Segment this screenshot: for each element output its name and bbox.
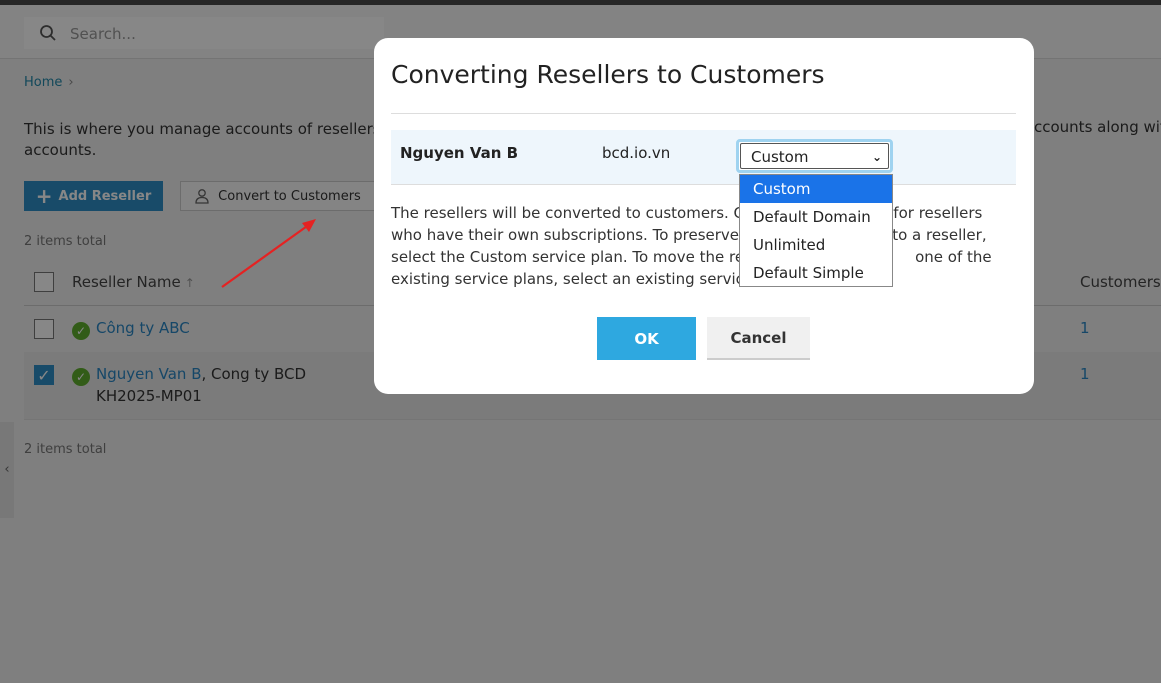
plan-option-default-simple[interactable]: Default Simple (740, 259, 892, 287)
dialog-body-line: who have their own subscriptions. To pre… (391, 224, 1001, 246)
service-plan-select[interactable]: Custom ⌄ (736, 139, 893, 173)
divider (391, 113, 1016, 114)
dialog-body-text: existing service plans, select an existi… (391, 270, 768, 288)
dialog-reseller-domain: bcd.io.vn (602, 144, 671, 162)
ok-button[interactable]: OK (597, 317, 696, 360)
dialog-body-text: The resellers will be converted to custo… (391, 204, 763, 222)
dialog-body: The resellers will be converted to custo… (391, 202, 1001, 290)
dialog-body-text: select the Custom service plan. To move … (391, 248, 762, 266)
dialog-body-text: s for resellers (880, 204, 983, 222)
dialog-body-text: e to a reseller, (878, 226, 987, 244)
dialog-reseller-row: Nguyen Van B bcd.io.vn Custom ⌄ (391, 130, 1016, 185)
convert-dialog: Converting Resellers to Customers Nguyen… (374, 38, 1034, 394)
dialog-body-line: The resellers will be converted to custo… (391, 202, 1001, 224)
dialog-body-line: existing service plans, select an existi… (391, 268, 1001, 290)
dialog-reseller-name: Nguyen Van B (400, 144, 519, 162)
service-plan-dropdown: Custom Default Domain Unlimited Default … (739, 174, 893, 287)
dialog-body-text: who have their own subscriptions. To pre… (391, 226, 760, 244)
plan-option-default-domain[interactable]: Default Domain (740, 203, 892, 231)
plan-option-custom[interactable]: Custom (740, 175, 892, 203)
dialog-title: Converting Resellers to Customers (391, 60, 825, 89)
service-plan-select-value: Custom (751, 148, 809, 166)
plan-option-unlimited[interactable]: Unlimited (740, 231, 892, 259)
dialog-body-line: select the Custom service plan. To move … (391, 246, 1001, 268)
service-plan-select-value-box: Custom ⌄ (740, 143, 889, 169)
dialog-body-text: one of the (915, 248, 992, 266)
annotation-arrow-icon (221, 219, 316, 288)
chevron-down-icon: ⌄ (871, 150, 882, 164)
cancel-button[interactable]: Cancel (707, 317, 810, 360)
